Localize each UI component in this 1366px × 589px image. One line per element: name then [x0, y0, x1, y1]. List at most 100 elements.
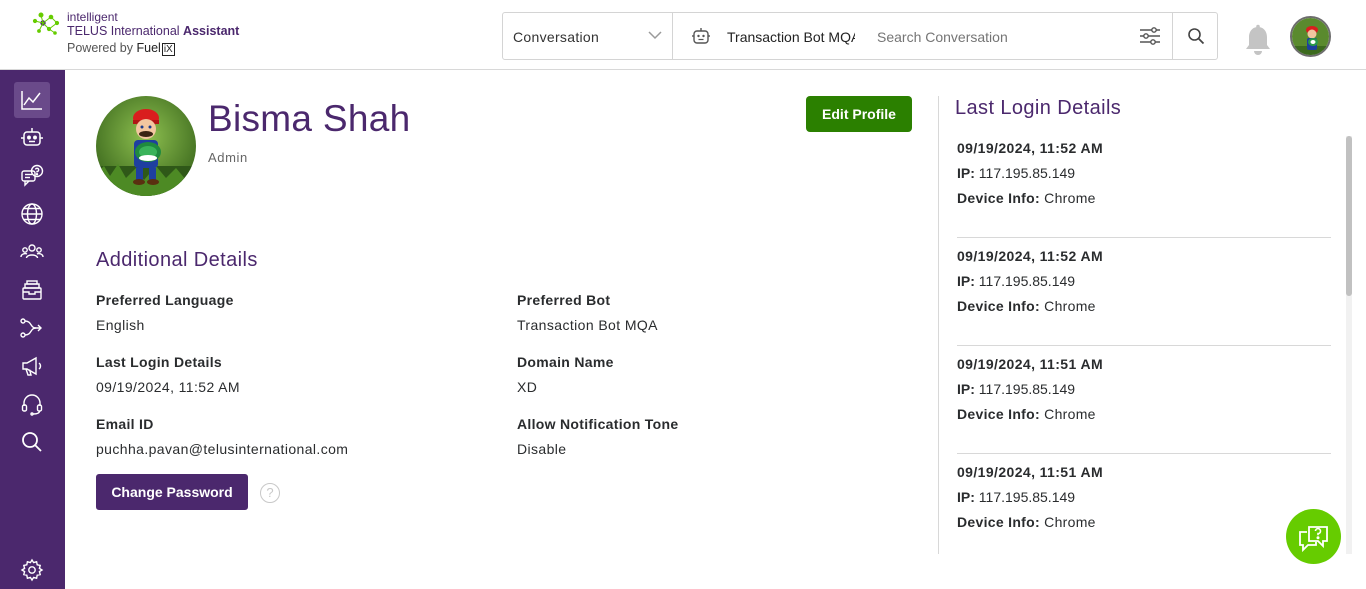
device-label: Device Info:: [957, 298, 1040, 314]
search-button[interactable]: [1172, 13, 1218, 59]
login-entry-device: Device Info: Chrome: [957, 190, 1096, 206]
ip-label: IP:: [957, 381, 975, 397]
sidebar-item-settings[interactable]: [14, 552, 50, 588]
brand-logo[interactable]: intelligent TELUS International Assistan…: [31, 9, 251, 59]
megaphone-icon: [22, 356, 42, 376]
profile-mario-image: [96, 96, 196, 196]
search-conversation-input[interactable]: [877, 29, 1117, 45]
login-list-scrollbar-thumb[interactable]: [1346, 136, 1352, 296]
sidebar-item-languages[interactable]: [14, 196, 50, 232]
additional-details-title: Additional Details: [96, 249, 258, 271]
panel-divider: [938, 96, 939, 554]
sidebar-item-search[interactable]: [14, 424, 50, 460]
change-password-button[interactable]: Change Password: [96, 474, 248, 510]
chat-help-icon: [1299, 526, 1328, 553]
profile-role: Admin: [208, 150, 248, 165]
login-entry-device: Device Info: Chrome: [957, 298, 1096, 314]
sidebar-item-users[interactable]: [14, 234, 50, 270]
top-header: intelligent TELUS International Assistan…: [0, 0, 1366, 70]
login-entry: 09/19/2024, 11:51 AM IP: 117.195.85.149 …: [957, 454, 1331, 554]
profile-avatar: [96, 96, 196, 196]
last-login-details-title: Last Login Details: [955, 97, 1122, 119]
bot-icon: [692, 28, 710, 44]
ip-label: IP:: [957, 165, 975, 181]
avatar-mario-image: [1292, 18, 1329, 55]
ip-label: IP:: [957, 273, 975, 289]
ix-badge: iX: [161, 43, 175, 56]
powered-by-text: Powered by: [67, 41, 137, 55]
ip-label: IP:: [957, 489, 975, 505]
ip-value: 117.195.85.149: [978, 273, 1076, 289]
login-entry-datetime: 09/19/2024, 11:51 AM: [957, 356, 1104, 372]
sidebar-item-bots[interactable]: [14, 120, 50, 156]
notification-tone-value: Disable: [517, 441, 567, 457]
login-entry-device: Device Info: Chrome: [957, 514, 1096, 530]
inbox-archive-icon: [22, 280, 42, 300]
search-icon: [22, 432, 42, 452]
domain-name-value: XD: [517, 379, 538, 395]
device-value: Chrome: [1044, 190, 1096, 206]
sidebar-item-flows[interactable]: [14, 310, 50, 346]
login-entry: 09/19/2024, 11:51 AM IP: 117.195.85.149 …: [957, 346, 1331, 454]
brand-line-2-regular: TELUS International: [67, 24, 184, 38]
device-label: Device Info:: [957, 406, 1040, 422]
users-group-icon: [20, 244, 44, 259]
profile-name: Bisma Shah: [208, 98, 411, 139]
login-history-list[interactable]: 09/19/2024, 11:52 AM IP: 117.195.85.149 …: [957, 130, 1331, 554]
preferred-language-label: Preferred Language: [96, 292, 234, 308]
login-entry-datetime: 09/19/2024, 11:52 AM: [957, 248, 1104, 264]
bot-icon: [21, 128, 43, 146]
device-label: Device Info:: [957, 190, 1040, 206]
globe-icon: [21, 203, 43, 225]
ip-value: 117.195.85.149: [978, 489, 1076, 505]
sidebar-item-broadcast[interactable]: [14, 348, 50, 384]
bot-selector-value: Transaction Bot MQA: [727, 29, 855, 45]
analytics-chart-icon: [21, 91, 42, 110]
login-entry-device: Device Info: Chrome: [957, 406, 1096, 422]
preferred-bot-value: Transaction Bot MQA: [517, 317, 658, 333]
login-entry-ip: IP: 117.195.85.149: [957, 165, 1075, 181]
brand-logo-mark-icon: [32, 12, 60, 35]
sidebar-item-analytics[interactable]: [14, 82, 50, 118]
preferred-bot-label: Preferred Bot: [517, 292, 611, 308]
left-sidebar: [0, 70, 65, 589]
domain-name-label: Domain Name: [517, 354, 614, 370]
filter-sliders-icon[interactable]: [1139, 25, 1161, 47]
settings-gear-icon: [20, 558, 44, 582]
help-chat-button[interactable]: [1286, 509, 1341, 564]
login-entry-ip: IP: 117.195.85.149: [957, 381, 1075, 397]
login-entry: 09/19/2024, 11:52 AM IP: 117.195.85.149 …: [957, 238, 1331, 346]
login-entry-datetime: 09/19/2024, 11:51 AM: [957, 464, 1104, 480]
conversation-search-bar: Conversation Transaction Bot MQA: [502, 12, 1218, 60]
fuel-text: Fuel: [136, 41, 161, 55]
brand-line-2: TELUS International Assistant: [67, 24, 239, 38]
device-value: Chrome: [1044, 298, 1096, 314]
ip-value: 117.195.85.149: [978, 381, 1076, 397]
headset-icon: [21, 394, 43, 416]
bot-selector[interactable]: Transaction Bot MQA: [673, 13, 865, 59]
sidebar-item-support[interactable]: [14, 386, 50, 422]
login-entry-ip: IP: 117.195.85.149: [957, 273, 1075, 289]
device-value: Chrome: [1044, 514, 1096, 530]
email-id-value: puchha.pavan@telusinternational.com: [96, 441, 349, 457]
brand-line-2-bold: Assistant: [183, 24, 240, 38]
avatar[interactable]: [1290, 16, 1331, 57]
last-login-label: Last Login Details: [96, 354, 222, 370]
brand-powered-by: Powered by Fuel iX: [67, 41, 175, 56]
sidebar-item-inbox[interactable]: [14, 272, 50, 308]
brand-line-1: intelligent: [67, 10, 118, 24]
sidebar-item-faq[interactable]: [14, 158, 50, 194]
help-question-icon[interactable]: ?: [260, 483, 280, 503]
notification-tone-label: Allow Notification Tone: [517, 416, 679, 432]
preferred-language-value: English: [96, 317, 145, 333]
chevron-down-icon: [648, 31, 662, 40]
conversation-type-select[interactable]: Conversation: [503, 13, 673, 59]
search-icon: [1188, 28, 1205, 45]
last-login-value: 09/19/2024, 11:52 AM: [96, 379, 240, 395]
bell-icon[interactable]: [1243, 24, 1273, 56]
edit-profile-button[interactable]: Edit Profile: [806, 96, 912, 132]
email-id-label: Email ID: [96, 416, 154, 432]
login-entry: 09/19/2024, 11:52 AM IP: 117.195.85.149 …: [957, 130, 1331, 238]
login-entry-ip: IP: 117.195.85.149: [957, 489, 1075, 505]
conversation-type-value: Conversation: [513, 29, 600, 45]
